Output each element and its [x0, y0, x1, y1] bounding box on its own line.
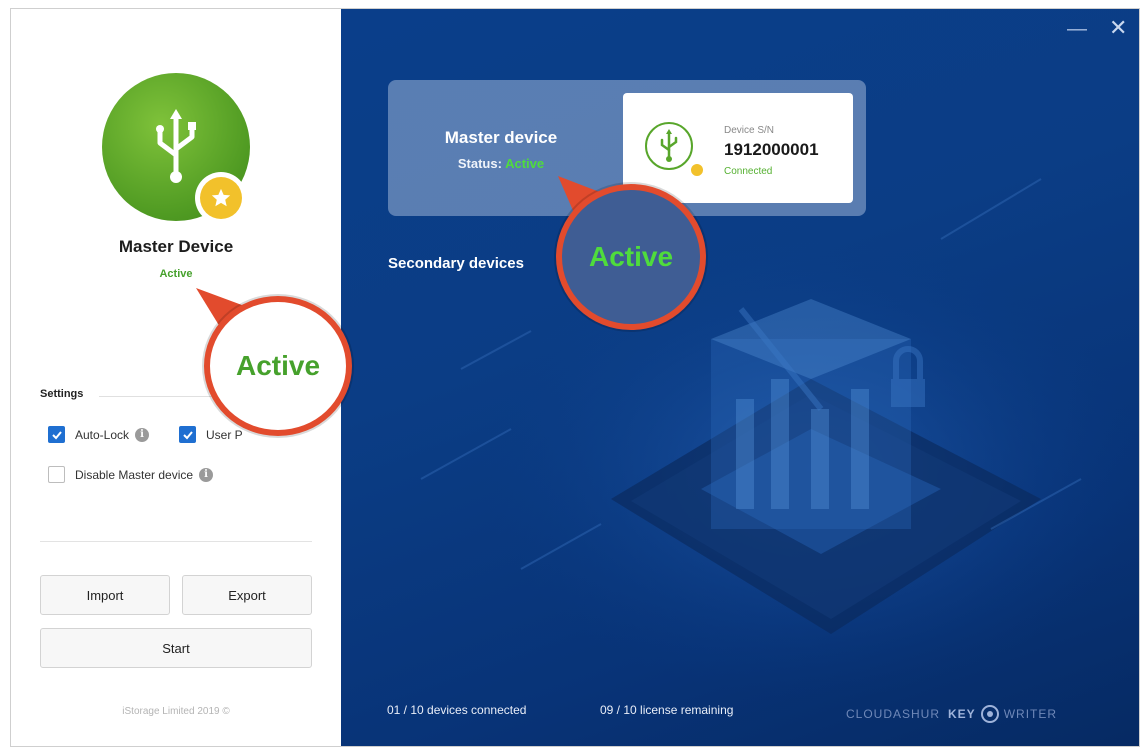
brand-key: KEY: [948, 707, 976, 721]
devices-connected-count: 01 / 10 devices connected: [387, 703, 527, 717]
app-window: Master Device Active Settings Auto-Lock …: [10, 8, 1140, 747]
export-button[interactable]: Export: [182, 575, 312, 615]
master-device-card: Master device Status: Active Device S/N …: [388, 80, 866, 216]
usb-icon: [156, 109, 196, 183]
usb-icon: [645, 122, 693, 170]
start-button[interactable]: Start: [40, 628, 312, 668]
disable-master-option[interactable]: Disable Master device i: [48, 466, 214, 483]
right-panel: — ✕ Master device Status: Active Device …: [341, 9, 1139, 746]
user-p-label: User P: [206, 427, 243, 442]
master-card-title: Master device: [444, 128, 558, 147]
disable-master-checkbox[interactable]: [48, 466, 65, 483]
brand-cloudashur: CLOUDASHUR: [846, 707, 941, 721]
close-button[interactable]: ✕: [1109, 15, 1127, 41]
check-icon: [51, 430, 62, 439]
star-icon: [211, 188, 231, 207]
disable-master-label: Disable Master device: [75, 467, 194, 482]
device-name: Master Device: [118, 237, 234, 256]
device-sn-label: Device S/N: [724, 125, 775, 136]
status-value: Active: [505, 156, 545, 171]
user-p-checkbox[interactable]: [179, 426, 196, 443]
brand-logo: CLOUDASHUR KEY WRITER: [846, 704, 1057, 724]
device-status: Active: [159, 268, 193, 280]
connection-status: Connected: [724, 166, 773, 177]
left-panel: Master Device Active Settings Auto-Lock …: [11, 9, 341, 746]
check-icon: [182, 430, 193, 439]
buttons-divider: [40, 541, 312, 542]
brand-writer: WRITER: [1003, 707, 1058, 721]
minimize-button[interactable]: —: [1067, 18, 1087, 41]
license-remaining-count: 09 / 10 license remaining: [600, 703, 734, 717]
master-star-badge: [689, 162, 705, 178]
settings-title: Settings: [40, 388, 84, 400]
master-star-badge: [195, 172, 247, 224]
info-icon[interactable]: i: [199, 467, 214, 482]
master-card-status: Status: Active: [421, 156, 581, 171]
import-button[interactable]: Import: [40, 575, 170, 615]
device-sn-card: Device S/N 1912000001 Connected: [623, 93, 853, 203]
auto-lock-label: Auto-Lock: [75, 427, 130, 442]
settings-divider: [99, 396, 309, 397]
secondary-devices-title: Secondary devices: [388, 255, 524, 272]
device-sn-value: 1912000001: [724, 140, 819, 159]
status-prefix: Status:: [457, 156, 502, 171]
info-icon[interactable]: i: [135, 427, 150, 442]
keywriter-logo-icon: [980, 705, 999, 723]
auto-lock-option[interactable]: Auto-Lock i: [48, 426, 150, 443]
user-p-option[interactable]: User P: [179, 426, 243, 443]
copyright: iStorage Limited 2019 ©: [122, 706, 230, 717]
auto-lock-checkbox[interactable]: [48, 426, 65, 443]
